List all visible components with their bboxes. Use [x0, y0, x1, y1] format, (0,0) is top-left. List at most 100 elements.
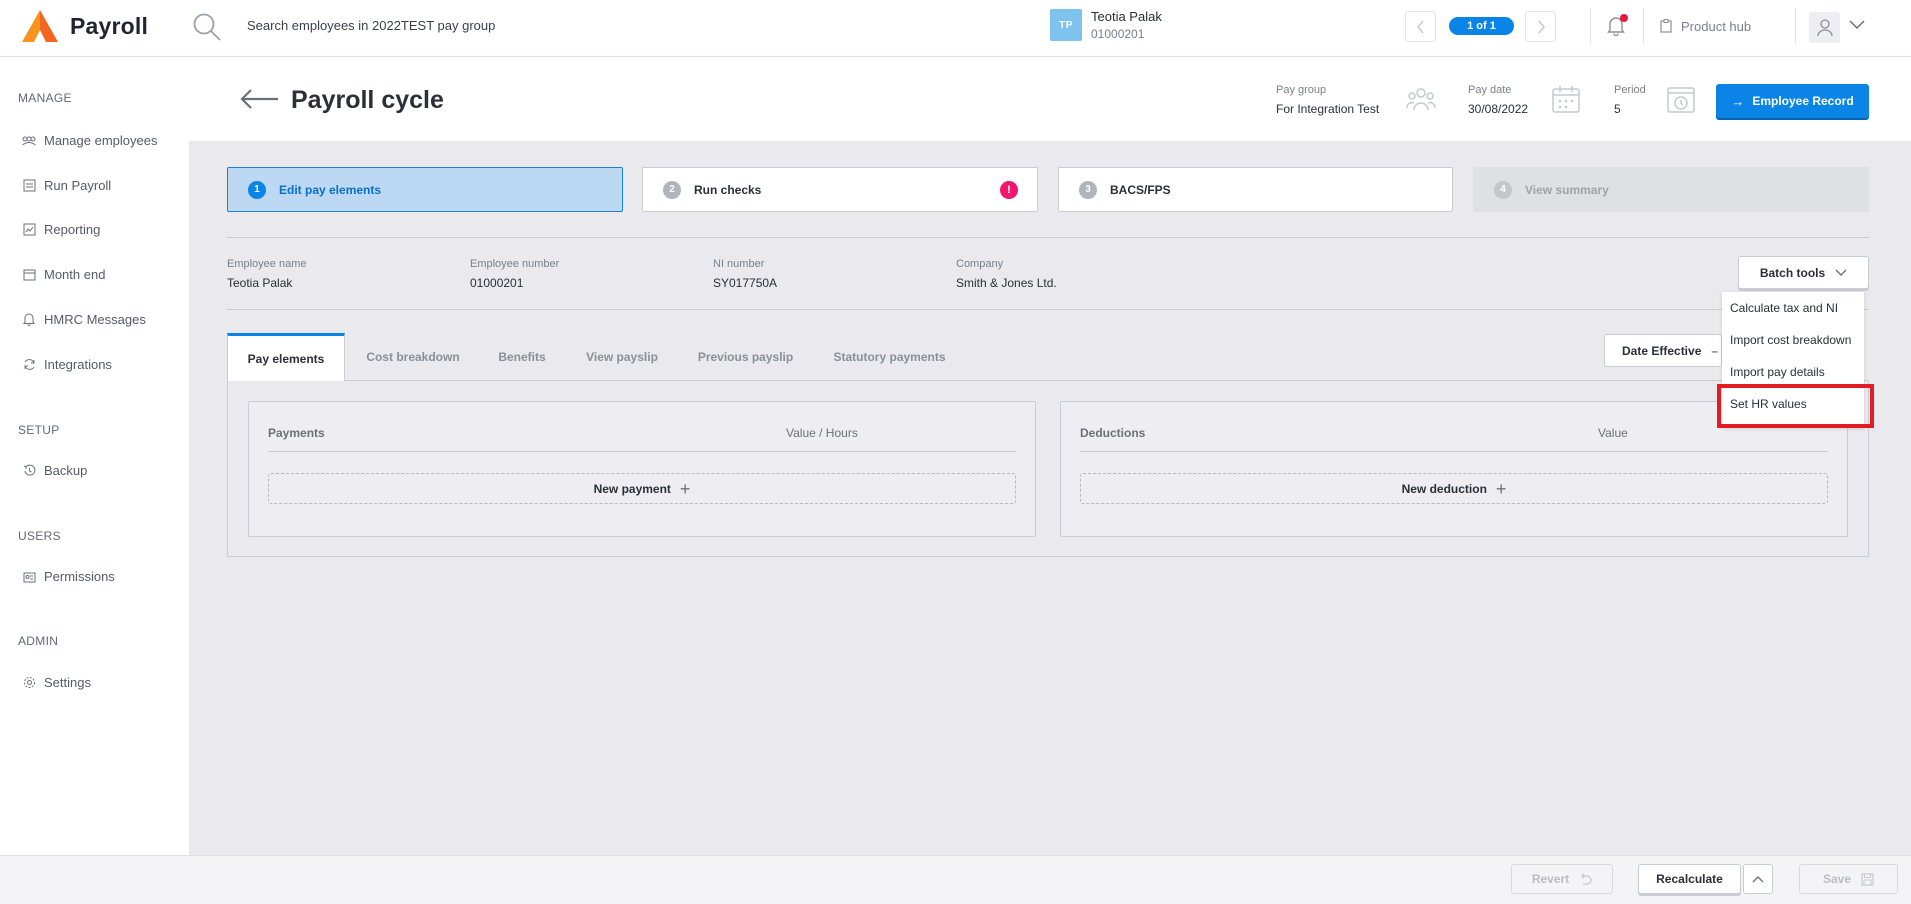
- chevron-down-icon[interactable]: [1849, 20, 1865, 30]
- info-label: NI number: [713, 258, 765, 270]
- info-label: Company: [956, 258, 1004, 270]
- employee-number-field: Employee number 01000201: [470, 258, 559, 290]
- info-value: Smith & Jones Ltd.: [956, 276, 1057, 290]
- tab-statutory-payments[interactable]: Statutory payments: [822, 333, 957, 381]
- save-label: Save: [1822, 872, 1852, 886]
- step-label: Run checks: [694, 182, 762, 197]
- bell-icon: [22, 313, 36, 327]
- deductions-column-header: Value: [1598, 426, 1628, 440]
- payments-title: Payments: [268, 426, 325, 440]
- sidebar-item-label: Month end: [44, 267, 106, 282]
- employee-record-label: Employee Record: [1752, 94, 1854, 108]
- employee-number: 01000201: [1091, 27, 1145, 41]
- current-employee[interactable]: TP Teotia Palak 01000201: [1050, 9, 1162, 41]
- back-arrow-icon[interactable]: [240, 88, 280, 110]
- divider: [1590, 8, 1591, 44]
- app-logo[interactable]: Payroll: [20, 8, 148, 44]
- sidebar-item-label: Permissions: [44, 569, 115, 584]
- new-deduction-button[interactable]: New deduction +: [1080, 473, 1828, 504]
- pay-date-value: 30/08/2022: [1468, 102, 1529, 116]
- divider: [1795, 8, 1796, 44]
- sidebar-item-backup[interactable]: Backup: [22, 463, 87, 478]
- sync-icon: [22, 358, 36, 372]
- divider: [227, 309, 1869, 310]
- company-field: Company Smith & Jones Ltd.: [956, 258, 1057, 290]
- page-header: [189, 58, 1911, 141]
- highlight-box: [1717, 384, 1874, 428]
- calendar-icon: [22, 268, 36, 282]
- sidebar-item-manage-employees[interactable]: Manage employees: [22, 133, 157, 148]
- info-value: Teotia Palak: [227, 276, 293, 290]
- employee-name-field: Employee name Teotia Palak: [227, 258, 307, 290]
- pay-group-value: For Integration Test: [1276, 102, 1380, 116]
- step-label: View summary: [1525, 182, 1609, 197]
- recalculate-button[interactable]: Recalculate: [1638, 864, 1741, 894]
- search-input[interactable]: Search employees in 2022TEST pay group: [247, 18, 495, 33]
- plus-icon: +: [679, 478, 691, 499]
- sidebar-item-label: Settings: [44, 675, 91, 690]
- sidebar-section-manage: MANAGE: [18, 91, 72, 105]
- pay-date-label: Pay date: [1468, 84, 1512, 96]
- pay-group-label: Pay group: [1276, 84, 1327, 96]
- user-menu-button[interactable]: [1809, 12, 1840, 43]
- sidebar-item-label: HMRC Messages: [44, 312, 146, 327]
- sidebar-item-label: Integrations: [44, 357, 112, 372]
- people-icon: [22, 134, 36, 148]
- chevron-down-icon: [1835, 269, 1847, 276]
- pager-badge: 1 of 1: [1449, 17, 1514, 35]
- sidebar-item-permissions[interactable]: Permissions: [22, 569, 115, 584]
- previous-employee-button[interactable]: [1405, 11, 1436, 42]
- alert-icon: !: [1000, 181, 1018, 199]
- page-title: Payroll cycle: [291, 86, 444, 114]
- menu-item-calculate-tax[interactable]: Calculate tax and NI: [1730, 301, 1838, 315]
- batch-tools-label: Batch tools: [1759, 265, 1826, 280]
- pay-group-block: Pay group For Integration Test: [1276, 84, 1379, 116]
- revert-button[interactable]: Revert: [1511, 864, 1613, 894]
- search-icon[interactable]: [192, 12, 222, 42]
- deductions-title: Deductions: [1080, 426, 1146, 440]
- next-employee-button[interactable]: [1525, 11, 1556, 42]
- step-run-checks[interactable]: 2 Run checks !: [642, 167, 1038, 212]
- period-value: 5: [1614, 102, 1621, 116]
- batch-tools-button[interactable]: Batch tools: [1738, 256, 1869, 289]
- sidebar-item-integrations[interactable]: Integrations: [22, 357, 112, 372]
- sidebar-item-hmrc-messages[interactable]: HMRC Messages: [22, 312, 146, 327]
- user-icon: [1816, 18, 1833, 36]
- undo-icon: [1581, 873, 1592, 885]
- sidebar-section-users: USERS: [18, 529, 61, 543]
- tab-view-payslip[interactable]: View payslip: [577, 333, 667, 381]
- plus-icon: +: [1495, 478, 1507, 499]
- sidebar-item-month-end[interactable]: Month end: [22, 267, 105, 282]
- step-edit-pay-elements[interactable]: 1 Edit pay elements: [227, 167, 623, 212]
- sidebar-item-reporting[interactable]: Reporting: [22, 222, 100, 237]
- tab-cost-breakdown[interactable]: Cost breakdown: [357, 333, 469, 381]
- divider: [268, 451, 1016, 452]
- new-payment-button[interactable]: New payment +: [268, 473, 1016, 504]
- payroll-icon: [22, 179, 36, 193]
- recalculate-options-button[interactable]: [1743, 864, 1773, 894]
- step-number: 1: [248, 180, 266, 199]
- avatar: TP: [1050, 9, 1082, 41]
- menu-item-import-pay-details[interactable]: Import pay details: [1730, 365, 1825, 379]
- employee-record-button[interactable]: → Employee Record: [1716, 84, 1869, 118]
- bottom-action-bar: [0, 855, 1911, 904]
- sidebar-item-run-payroll[interactable]: Run Payroll: [22, 178, 111, 193]
- sidebar-item-settings[interactable]: Settings: [22, 675, 91, 690]
- calendar-icon: [1551, 84, 1581, 114]
- app-title: Payroll: [70, 12, 149, 39]
- date-effective-button[interactable]: Date Effective –: [1604, 334, 1722, 367]
- gear-icon: [22, 676, 36, 690]
- step-label: Edit pay elements: [279, 182, 382, 197]
- dash-icon: –: [1711, 343, 1719, 358]
- save-button[interactable]: Save: [1799, 864, 1898, 894]
- top-bar: Payroll Search employees in 2022TEST pay…: [0, 0, 1911, 57]
- divider: [1643, 8, 1644, 44]
- divider: [1080, 451, 1828, 452]
- sidebar-item-label: Manage employees: [44, 133, 158, 148]
- step-bacs-fps[interactable]: 3 BACS/FPS: [1058, 167, 1453, 212]
- tab-pay-elements[interactable]: Pay elements: [227, 333, 345, 382]
- tab-benefits[interactable]: Benefits: [488, 333, 556, 381]
- menu-item-import-cost-breakdown[interactable]: Import cost breakdown: [1730, 333, 1851, 347]
- product-hub-link[interactable]: Product hub: [1681, 19, 1751, 34]
- tab-previous-payslip[interactable]: Previous payslip: [690, 333, 801, 381]
